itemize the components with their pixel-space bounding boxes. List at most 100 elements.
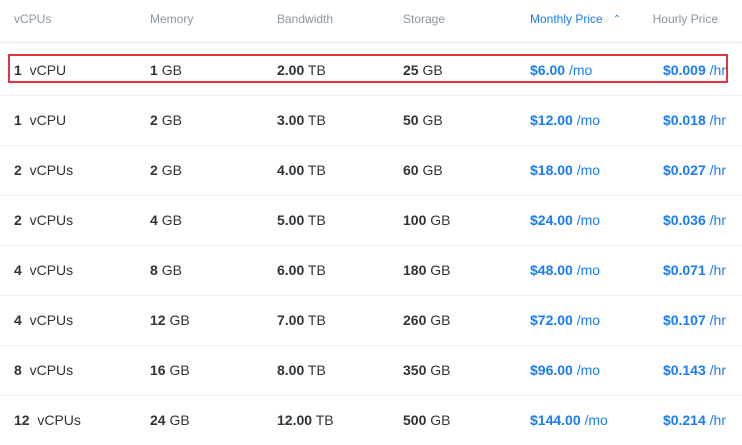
table-row[interactable]: 12 vCPUs 24 GB 12.00 TB 500 GB $144.00 /… (0, 396, 742, 445)
table-row[interactable]: 1 vCPU 1 GB 2.00 TB 25 GB $6.00 /mo $0.0… (0, 43, 742, 96)
monthly-price-cell: $24.00 /mo (530, 212, 600, 228)
vcpu-count: 12 (14, 412, 30, 428)
monthly-price-unit: /mo (576, 362, 601, 378)
bandwidth-value: 3.00 (277, 112, 305, 128)
header-vcpus[interactable]: vCPUs (14, 12, 51, 26)
memory-value: 1 (150, 62, 158, 78)
table-row[interactable]: 4 vCPUs 8 GB 6.00 TB 180 GB $48.00 /mo $… (0, 246, 742, 296)
memory-unit: GB (169, 312, 190, 328)
memory-cell: 2 GB (150, 112, 182, 128)
vcpu-cell: 1 vCPU (14, 62, 66, 78)
vcpu-count: 2 (14, 162, 22, 178)
hourly-price-unit: /hr (709, 312, 726, 328)
storage-unit: GB (422, 162, 443, 178)
header-storage[interactable]: Storage (403, 12, 445, 26)
storage-cell: 60 GB (403, 162, 443, 178)
memory-unit: GB (161, 62, 182, 78)
memory-value: 24 (150, 412, 166, 428)
vcpu-unit: vCPUs (37, 412, 81, 428)
monthly-price-cell: $72.00 /mo (530, 312, 600, 328)
hourly-price-unit: /hr (709, 212, 726, 228)
hourly-price-cell: $0.009 /hr (663, 62, 726, 78)
hourly-price-unit: /hr (709, 62, 726, 78)
sort-icon[interactable]: ⌃ (613, 14, 621, 25)
hourly-price-value: $0.071 (662, 262, 706, 278)
monthly-price-cell: $48.00 /mo (530, 262, 600, 278)
bandwidth-value: 2.00 (277, 62, 305, 78)
monthly-price-value: $144.00 (530, 412, 581, 428)
vcpu-unit: vCPUs (29, 362, 74, 378)
header-bandwidth[interactable]: Bandwidth (277, 12, 333, 26)
hourly-price-value: $0.143 (662, 362, 706, 378)
bandwidth-value: 12.00 (277, 412, 313, 428)
bandwidth-unit: TB (307, 362, 326, 378)
storage-unit: GB (430, 212, 451, 228)
monthly-price-unit: /mo (576, 212, 601, 228)
storage-unit: GB (430, 412, 451, 428)
bandwidth-unit: TB (307, 312, 326, 328)
header-hourly-price[interactable]: Hourly Price (653, 12, 718, 26)
monthly-price-value: $6.00 (530, 62, 566, 78)
bandwidth-value: 7.00 (277, 312, 305, 328)
memory-cell: 16 GB (150, 362, 190, 378)
monthly-price-cell: $18.00 /mo (530, 162, 600, 178)
monthly-price-unit: /mo (568, 62, 593, 78)
memory-unit: GB (169, 362, 190, 378)
hourly-price-cell: $0.214 /hr (663, 412, 726, 428)
bandwidth-cell: 5.00 TB (277, 212, 326, 228)
bandwidth-unit: TB (307, 112, 326, 128)
memory-unit: GB (161, 112, 182, 128)
memory-cell: 1 GB (150, 62, 182, 78)
monthly-price-unit: /mo (576, 262, 601, 278)
vcpu-cell: 8 vCPUs (14, 362, 73, 378)
bandwidth-cell: 7.00 TB (277, 312, 326, 328)
bandwidth-cell: 2.00 TB (277, 62, 326, 78)
bandwidth-unit: TB (307, 212, 326, 228)
table-row[interactable]: 1 vCPU 2 GB 3.00 TB 50 GB $12.00 /mo $0.… (0, 96, 742, 146)
vcpu-count: 1 (14, 112, 22, 128)
hourly-price-unit: /hr (709, 362, 726, 378)
hourly-price-value: $0.214 (662, 412, 706, 428)
monthly-price-cell: $12.00 /mo (530, 112, 600, 128)
header-memory[interactable]: Memory (150, 12, 193, 26)
memory-unit: GB (161, 212, 182, 228)
vcpu-unit: vCPU (29, 62, 67, 78)
hourly-price-cell: $0.018 /hr (663, 112, 726, 128)
table-row[interactable]: 2 vCPUs 4 GB 5.00 TB 100 GB $24.00 /mo $… (0, 196, 742, 246)
monthly-price-unit: /mo (584, 412, 608, 428)
bandwidth-cell: 8.00 TB (277, 362, 326, 378)
memory-cell: 2 GB (150, 162, 182, 178)
table-row[interactable]: 2 vCPUs 2 GB 4.00 TB 60 GB $18.00 /mo $0… (0, 146, 742, 196)
header-monthly-price[interactable]: Monthly Price ⌃ (530, 12, 621, 26)
monthly-price-value: $24.00 (530, 212, 573, 228)
hourly-price-unit: /hr (709, 262, 726, 278)
memory-value: 4 (150, 212, 158, 228)
hourly-price-value: $0.107 (662, 312, 706, 328)
storage-cell: 260 GB (403, 312, 450, 328)
vcpu-unit: vCPUs (29, 262, 74, 278)
table-row[interactable]: 8 vCPUs 16 GB 8.00 TB 350 GB $96.00 /mo … (0, 346, 742, 396)
vcpu-cell: 12 vCPUs (14, 412, 81, 428)
hourly-price-cell: $0.027 /hr (663, 162, 726, 178)
bandwidth-cell: 3.00 TB (277, 112, 326, 128)
bandwidth-cell: 12.00 TB (277, 412, 334, 428)
vcpu-cell: 2 vCPUs (14, 212, 73, 228)
bandwidth-value: 4.00 (277, 162, 305, 178)
bandwidth-cell: 4.00 TB (277, 162, 326, 178)
storage-cell: 500 GB (403, 412, 450, 428)
storage-value: 50 (403, 112, 419, 128)
table-row[interactable]: 4 vCPUs 12 GB 7.00 TB 260 GB $72.00 /mo … (0, 296, 742, 346)
hourly-price-cell: $0.071 /hr (663, 262, 726, 278)
vcpu-unit: vCPUs (29, 162, 74, 178)
monthly-price-cell: $96.00 /mo (530, 362, 600, 378)
bandwidth-value: 6.00 (277, 262, 305, 278)
storage-cell: 180 GB (403, 262, 450, 278)
vcpu-count: 4 (14, 262, 22, 278)
vcpu-count: 8 (14, 362, 22, 378)
vcpu-unit: vCPUs (29, 312, 74, 328)
memory-cell: 8 GB (150, 262, 182, 278)
monthly-price-value: $18.00 (530, 162, 573, 178)
memory-value: 2 (150, 162, 158, 178)
memory-cell: 4 GB (150, 212, 182, 228)
memory-unit: GB (161, 262, 182, 278)
